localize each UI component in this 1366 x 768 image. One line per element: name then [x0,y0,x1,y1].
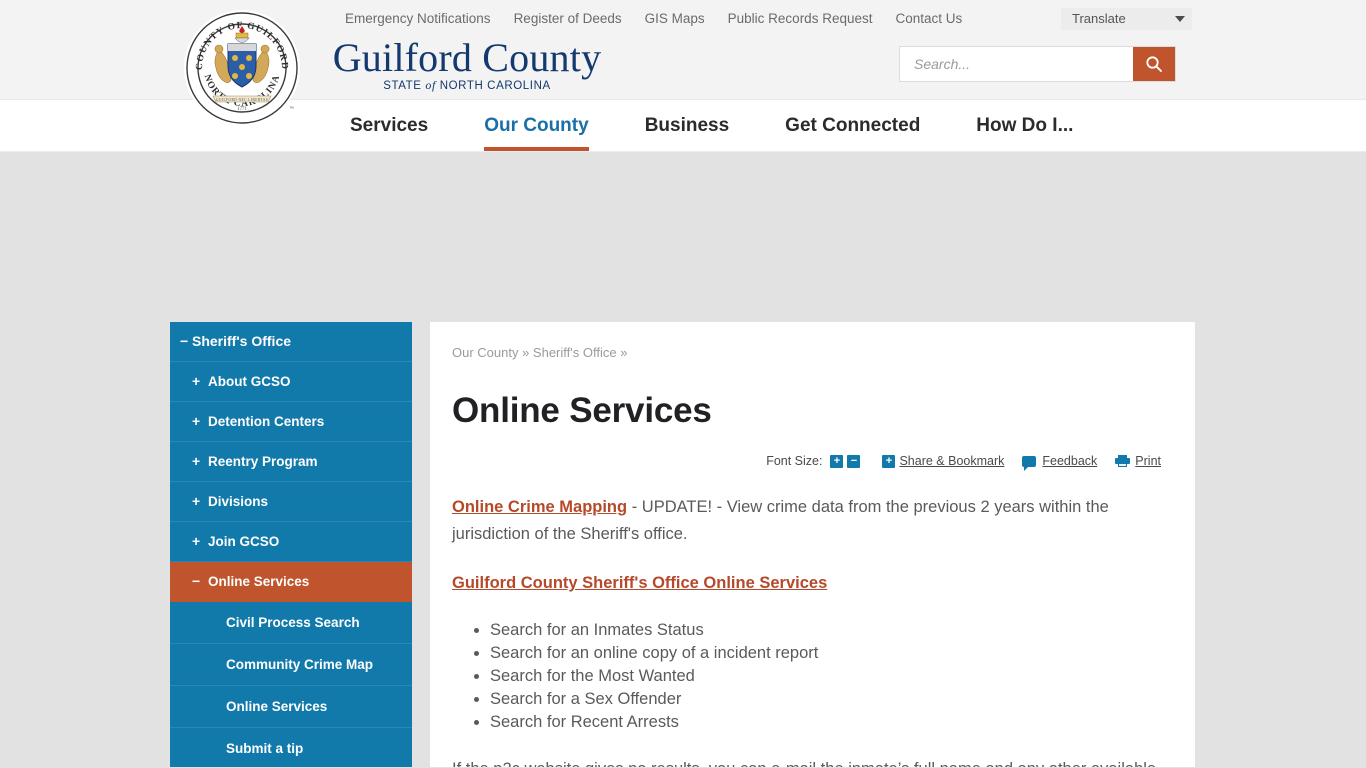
list-item: Search for the Most Wanted [490,665,1161,688]
share-bookmark-group[interactable]: + Share & Bookmark [882,454,1004,468]
site-logo-text[interactable]: Guilford County STATE of NORTH CAROLINA [312,36,622,93]
p2c-text-before: If the p2c website gives no results, you… [452,760,1156,767]
nav-item-business[interactable]: Business [645,100,729,151]
expand-icon[interactable]: + [192,413,200,430]
feedback-group[interactable]: Feedback [1022,454,1097,471]
page-tools: Font Size: + − + Share & Bookmark Feedba… [452,454,1161,471]
printer-icon [1115,455,1131,467]
article-body: Online Crime Mapping - UPDATE! - View cr… [452,494,1161,767]
site-subtitle-pre: STATE [383,80,422,92]
share-bookmark-link[interactable]: Share & Bookmark [899,454,1004,468]
sidebar-item-community-crime-map[interactable]: Community Crime Map [170,644,412,686]
sidebar-item-label: Join GCSO [208,534,280,549]
expand-icon[interactable]: + [192,493,200,510]
section-sidebar: − Sheriff's Office + About GCSO + Detent… [170,322,412,767]
feedback-link[interactable]: Feedback [1042,454,1097,468]
search-input[interactable] [900,47,1133,81]
utility-link-register-of-deeds[interactable]: Register of Deeds [514,11,645,27]
site-search [900,47,1175,81]
sidebar-item-label: Reentry Program [208,454,318,469]
collapse-icon[interactable]: − [192,573,200,590]
sidebar-item-join-gcso[interactable]: + Join GCSO [170,522,412,562]
nav-spacer [428,100,484,151]
print-group[interactable]: Print [1115,454,1161,468]
sidebar-item-reentry-program[interactable]: + Reentry Program [170,442,412,482]
sidebar-item-label: Detention Centers [208,414,325,429]
site-header: Emergency Notifications Register of Deed… [0,0,1366,126]
sidebar-item-label: Sheriff's Office [192,333,292,349]
sidebar-item-about-gcso[interactable]: + About GCSO [170,362,412,402]
expand-icon[interactable]: + [192,453,200,470]
gcso-online-services-link[interactable]: Guilford County Sheriff's Office Online … [452,574,827,592]
online-crime-mapping-link[interactable]: Online Crime Mapping [452,498,627,516]
paragraph-online-services-link: Guilford County Sheriff's Office Online … [452,570,1161,597]
svg-text:™: ™ [289,106,294,112]
paragraph-crime-mapping: Online Crime Mapping - UPDATE! - View cr… [452,494,1161,548]
site-subtitle: STATE of NORTH CAROLINA [312,78,622,93]
expand-icon[interactable]: + [192,533,200,550]
sidebar-item-divisions[interactable]: + Divisions [170,482,412,522]
search-button[interactable] [1133,47,1175,81]
site-subtitle-mid: of [425,78,436,92]
utility-link-gis-maps[interactable]: GIS Maps [645,11,728,27]
nav-item-get-connected[interactable]: Get Connected [785,100,920,151]
sidebar-item-label: Divisions [208,494,269,509]
county-seal-logo: COUNTY OF GUILFORD NORTH CAROLINA [184,10,300,126]
paragraph-p2c-email: If the p2c website gives no results, you… [452,756,1161,767]
sidebar-item-online-services-sub[interactable]: Online Services [170,686,412,728]
translate-dropdown[interactable]: Translate [1061,8,1192,30]
share-plus-icon[interactable]: + [882,454,896,468]
font-size-increase-icon[interactable]: + [830,454,844,468]
nav-spacer [920,100,976,151]
site-title: Guilford County [332,35,602,80]
sidebar-item-civil-process-search[interactable]: Civil Process Search [170,602,412,644]
utility-link-public-records-request[interactable]: Public Records Request [728,11,896,27]
main-content: Our County » Sheriff's Office » Online S… [430,322,1195,767]
sidebar-item-submit-a-tip[interactable]: Submit a tip [170,728,412,767]
list-item: Search for Recent Arrests [490,711,1161,734]
utility-nav: Emergency Notifications Register of Deed… [345,11,985,27]
nav-spacer [729,100,785,151]
expand-icon[interactable]: + [192,373,200,390]
breadcrumb[interactable]: Our County » Sheriff's Office » [452,344,1161,362]
print-link[interactable]: Print [1135,454,1161,468]
sidebar-item-label: About GCSO [208,374,291,389]
page-body: − Sheriff's Office + About GCSO + Detent… [0,152,1366,767]
nav-item-how-do-i[interactable]: How Do I... [976,100,1073,151]
nav-spacer [589,100,645,151]
svg-text:1771: 1771 [237,107,248,112]
chevron-down-icon [1175,16,1185,22]
list-item: Search for a Sex Offender [490,688,1161,711]
svg-text:GUILFORD NEC LIBERTAS: GUILFORD NEC LIBERTAS [216,98,268,102]
utility-link-emergency-notifications[interactable]: Emergency Notifications [345,11,514,27]
speech-bubble-icon [1022,455,1037,471]
translate-label: Translate [1072,11,1126,26]
sidebar-item-sheriffs-office[interactable]: − Sheriff's Office [170,322,412,362]
services-list: Search for an Inmates Status Search for … [452,619,1161,734]
search-icon [1146,56,1162,72]
nav-item-services[interactable]: Services [350,100,428,151]
sidebar-item-detention-centers[interactable]: + Detention Centers [170,402,412,442]
sidebar-item-label: Online Services [208,574,310,589]
list-item: Search for an online copy of a incident … [490,642,1161,665]
site-subtitle-post: NORTH CAROLINA [439,80,551,92]
sidebar-item-online-services[interactable]: − Online Services [170,562,412,602]
list-item: Search for an Inmates Status [490,619,1161,642]
font-size-decrease-icon[interactable]: − [847,454,861,468]
utility-link-contact-us[interactable]: Contact Us [895,11,985,27]
page-title: Online Services [452,391,712,430]
font-size-label: Font Size: [766,454,823,468]
nav-item-our-county[interactable]: Our County [484,100,589,151]
collapse-icon[interactable]: − [180,333,188,350]
